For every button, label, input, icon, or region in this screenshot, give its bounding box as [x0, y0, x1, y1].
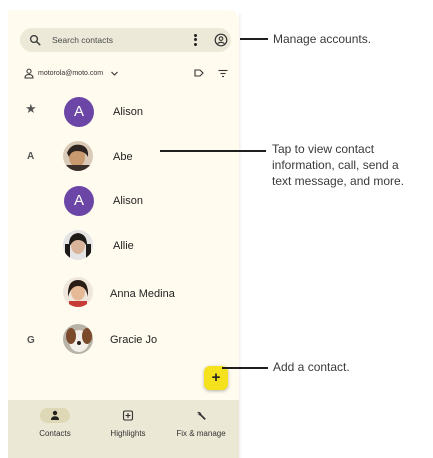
account-email: motorola@moto.com [38, 70, 104, 77]
callout-line-add [222, 367, 268, 369]
contact-name: Alison [113, 195, 143, 207]
add-contact-button[interactable]: + [204, 366, 228, 390]
contact-name: Allie [113, 240, 134, 252]
section-letter-a: A [27, 151, 35, 162]
nav-tab-fix-manage[interactable]: Fix & manage [165, 408, 237, 452]
avatar [63, 141, 93, 171]
avatar: A [64, 97, 94, 127]
avatar [63, 324, 93, 354]
more-vert-icon[interactable] [191, 32, 199, 48]
search-icon [29, 34, 41, 46]
callout-manage-accounts: Manage accounts. [273, 32, 372, 46]
highlights-icon [122, 410, 134, 421]
person-icon [51, 410, 59, 420]
callout-line-1: Tap to view contact [272, 142, 375, 156]
nav-label: Fix & manage [176, 429, 226, 438]
section-letter-g: G [27, 335, 35, 346]
search-input[interactable]: Search contacts [52, 34, 113, 46]
contact-name: Gracie Jo [110, 334, 158, 346]
account-circle-icon[interactable] [214, 33, 228, 47]
wrench-icon [197, 411, 206, 420]
contact-name: Anna Medina [110, 288, 175, 300]
callout-line-2: information, call, send a [272, 158, 399, 172]
label-icon[interactable] [194, 69, 204, 77]
callout-tap-contact: Tap to view contact information, call, s… [272, 141, 432, 189]
chevron-down-icon[interactable] [110, 69, 119, 78]
callout-line-contact [160, 150, 266, 152]
star-icon: ★ [25, 101, 37, 116]
bottom-navigation: Contacts Highlights Fix & manage [8, 400, 239, 458]
contact-name: Abe [113, 151, 133, 163]
callout-line-accounts [240, 38, 268, 40]
nav-tab-contacts[interactable]: Contacts [19, 408, 91, 452]
callout-add-contact: Add a contact. [273, 360, 350, 374]
nav-tab-highlights[interactable]: Highlights [92, 408, 164, 452]
avatar [63, 230, 93, 260]
filter-icon[interactable] [218, 69, 228, 78]
contact-name: Alison [113, 106, 143, 118]
avatar [63, 277, 93, 307]
search-bar[interactable]: Search contacts [20, 28, 231, 52]
nav-label: Highlights [110, 429, 146, 438]
device-edge [239, 14, 242, 458]
account-selector[interactable]: motorola@moto.com [24, 68, 228, 80]
person-icon [24, 68, 34, 79]
contacts-app-screen: Search contacts motorola@moto.com ★ A G [8, 10, 239, 458]
callout-line-3: text message, and more. [272, 174, 405, 188]
avatar: A [64, 186, 94, 216]
nav-label: Contacts [39, 429, 71, 438]
